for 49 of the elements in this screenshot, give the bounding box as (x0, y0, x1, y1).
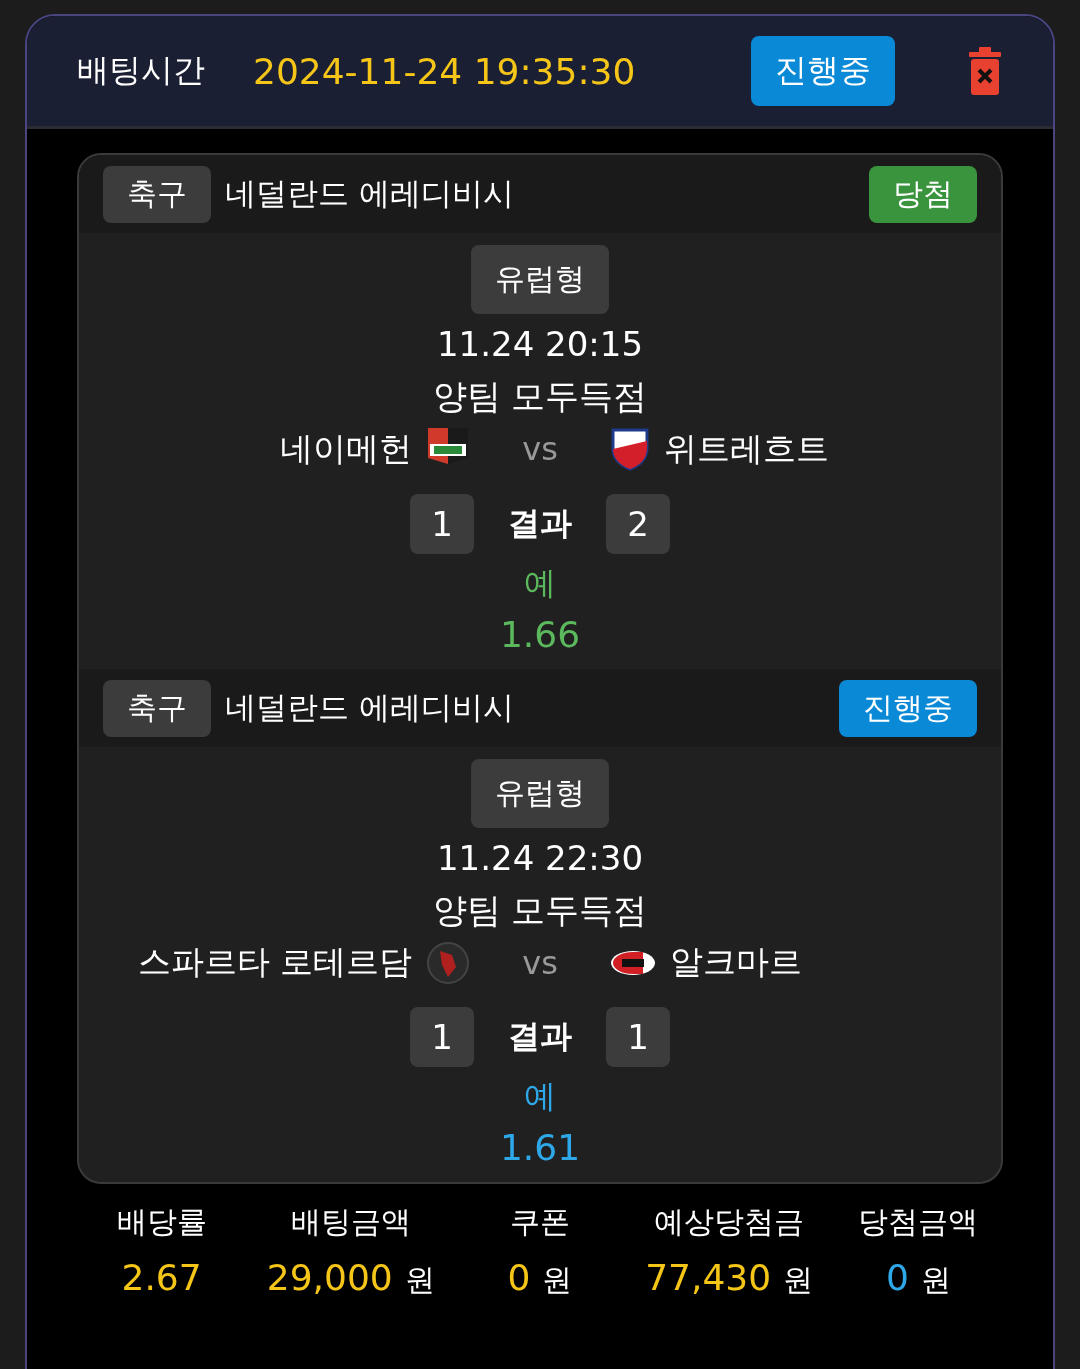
away-team: 위트레흐트 (664, 427, 829, 470)
summary-value: 29,000 (266, 1257, 393, 1298)
summary-label: 배당률 (116, 1203, 207, 1241)
result-label: 결과 (508, 503, 572, 544)
summary-value: 0 (885, 1257, 909, 1298)
home-score: 1 (410, 494, 474, 554)
sport-tag: 축구 (103, 679, 211, 737)
status-badge[interactable]: 진행중 (751, 36, 895, 106)
summary-label: 당첨금액 (858, 1203, 979, 1241)
market-name: 양팀 모두득점 (432, 889, 648, 932)
home-score: 1 (410, 1007, 474, 1067)
shield-icon (610, 427, 650, 471)
league-name: 네덜란드 에레디비시 (225, 688, 514, 727)
away-score: 1 (606, 1007, 670, 1067)
odds-value: 1.66 (499, 614, 581, 655)
away-score: 2 (606, 494, 670, 554)
summary-value: 0 (507, 1257, 531, 1298)
trash-icon[interactable] (967, 46, 1003, 96)
result-label: 결과 (508, 1016, 572, 1057)
summary-value: 2.67 (121, 1257, 202, 1298)
currency-unit: 원 (542, 1261, 573, 1299)
bet-type-tag: 유럽형 (471, 245, 609, 314)
header-label: 배팅시간 (77, 50, 205, 91)
pick-label: 예 (524, 1076, 556, 1117)
summary-value: 77,430 (645, 1257, 772, 1298)
bet-datetime: 2024-11-24 19:35:30 (253, 50, 636, 92)
currency-unit: 원 (404, 1261, 435, 1299)
sport-tag: 축구 (103, 165, 211, 223)
summary-label: 배팅금액 (290, 1203, 411, 1241)
oval-logo-icon (610, 949, 656, 976)
emblem-icon (426, 940, 470, 985)
home-team: 네이메헌 (280, 427, 412, 470)
status-badge: 진행중 (839, 679, 977, 737)
away-team: 알크마르 (670, 941, 802, 983)
odds-value: 1.61 (499, 1127, 581, 1168)
market-name: 양팀 모두득점 (432, 375, 648, 418)
status-badge: 당첨 (869, 165, 977, 223)
summary-label: 예상당첨금 (654, 1203, 805, 1241)
match-time: 11.24 20:15 (436, 324, 644, 364)
currency-unit: 원 (783, 1261, 814, 1299)
vs-label: vs (521, 430, 559, 468)
currency-unit: 원 (920, 1261, 951, 1299)
bet-type-tag: 유럽형 (471, 759, 609, 828)
pick-label: 예 (524, 563, 556, 604)
vs-label: vs (521, 943, 559, 982)
summary-label: 쿠폰 (510, 1203, 570, 1241)
match-time: 11.24 22:30 (436, 838, 644, 878)
league-name: 네덜란드 에레디비시 (225, 174, 514, 213)
home-team: 스파르타 로테르담 (137, 941, 412, 983)
